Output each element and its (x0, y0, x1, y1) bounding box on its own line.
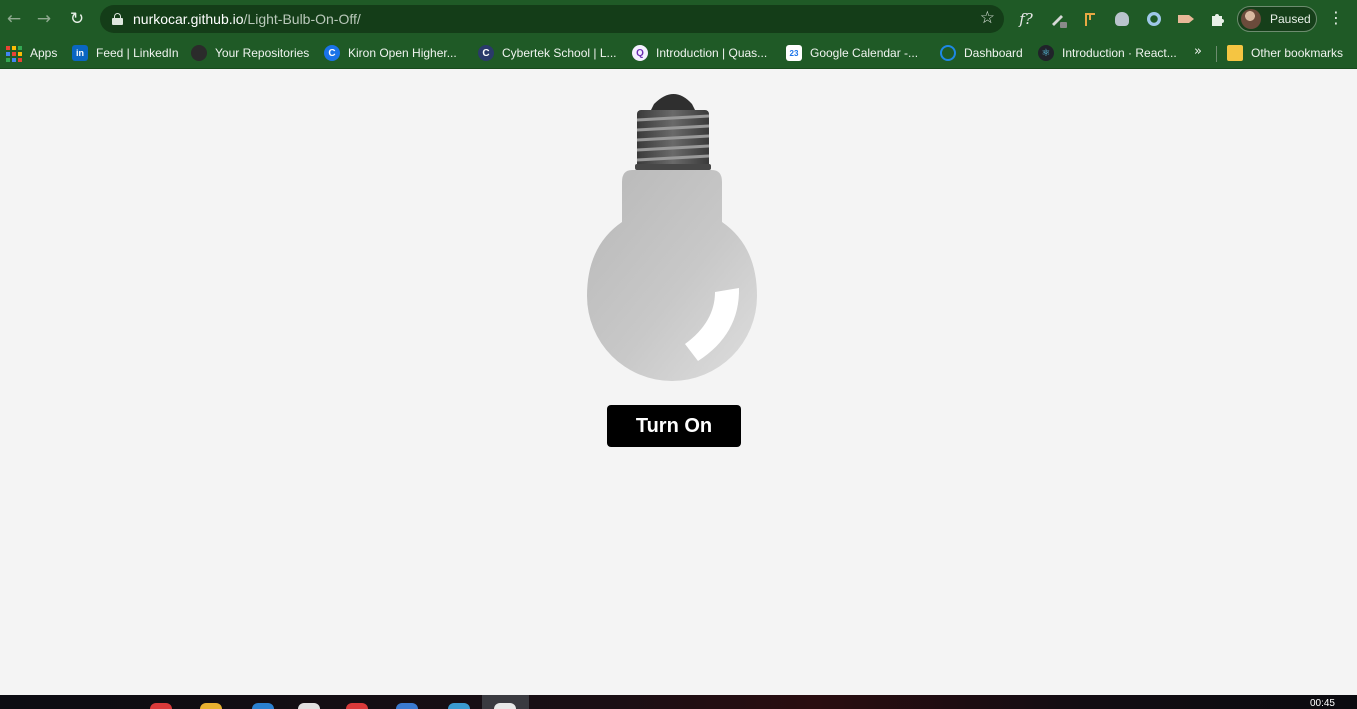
apps-grid-icon (6, 45, 22, 62)
forward-arrow-icon[interactable]: → (33, 8, 55, 30)
extension-pen-icon[interactable] (1048, 9, 1068, 29)
bookmark-apps[interactable]: Apps (6, 43, 57, 63)
bookmark-label: Google Calendar -... (810, 46, 919, 60)
bookmark-github[interactable]: Your Repositories (191, 43, 309, 63)
bookmarks-overflow-chevron[interactable]: » (1194, 44, 1202, 59)
taskbar-vscode-icon[interactable] (252, 703, 274, 709)
bookmark-label: Your Repositories (215, 46, 310, 60)
profile-button[interactable]: Paused (1237, 6, 1317, 32)
reload-icon[interactable]: ↻ (66, 8, 88, 30)
taskbar: 00:45 (0, 695, 1357, 709)
bookmark-google-calendar[interactable]: 23 Google Calendar -... (786, 43, 918, 63)
bookmark-star-icon[interactable]: ☆ (980, 8, 995, 28)
bookmark-label: Introduction · React... (1062, 46, 1177, 60)
taskbar-clock: 00:45 (1309, 698, 1335, 709)
browser-toolbar: ← → ↻ nurkocar.github.io/Light-Bulb-On-O… (0, 0, 1357, 38)
turn-on-button[interactable]: Turn On (607, 405, 741, 447)
bookmark-label: Cybertek School | L... (502, 46, 617, 60)
taskbar-app-icon[interactable] (396, 703, 418, 709)
bookmark-cybertek[interactable]: C Cybertek School | L... (478, 43, 617, 63)
url-host: nurkocar.github.io (133, 11, 244, 27)
bookmark-label: Dashboard (964, 46, 1023, 60)
light-bulb-off (587, 94, 757, 381)
taskbar-github-icon[interactable] (298, 703, 320, 709)
taskbar-app-icon[interactable] (448, 703, 470, 709)
bookmark-label: Apps (30, 46, 58, 60)
github-icon (191, 45, 207, 61)
react-icon: ⚛ (1038, 45, 1054, 61)
bookmark-label: Kiron Open Higher... (348, 46, 457, 60)
quasar-icon: Q (632, 45, 648, 61)
bookmarks-bar: Apps in Feed | LinkedIn Your Repositorie… (0, 38, 1357, 69)
kiron-icon: C (324, 45, 340, 61)
bookmark-kiron[interactable]: C Kiron Open Higher... (324, 43, 457, 63)
address-bar[interactable]: nurkocar.github.io/Light-Bulb-On-Off/ ☆ (100, 5, 1004, 33)
folder-icon (1227, 45, 1243, 61)
cybertek-icon: C (478, 45, 494, 61)
bookmark-label: Feed | LinkedIn (96, 46, 179, 60)
extension-cloud-icon[interactable] (1112, 9, 1132, 29)
linkedin-icon: in (72, 45, 88, 61)
bookmark-dashboard[interactable]: Dashboard (940, 43, 1023, 63)
taskbar-app-icon[interactable] (494, 703, 516, 709)
bookmark-quasar[interactable]: Q Introduction | Quas... (632, 43, 767, 63)
bookmarks-divider (1216, 46, 1217, 62)
bulb-glass (587, 170, 757, 381)
avatar (1241, 9, 1261, 29)
taskbar-folder-icon[interactable] (200, 703, 222, 709)
url-path: /Light-Bulb-On-Off/ (243, 11, 361, 27)
bookmark-other[interactable]: Other bookmarks (1227, 43, 1343, 63)
extension-tag-icon[interactable] (1176, 9, 1196, 29)
profile-status-label: Paused (1270, 12, 1311, 26)
back-arrow-icon[interactable]: ← (3, 8, 25, 30)
dashboard-icon (940, 45, 956, 61)
extensions-puzzle-icon[interactable] (1208, 9, 1228, 29)
bulb-tip (650, 94, 696, 112)
bookmark-react[interactable]: ⚛ Introduction · React... (1038, 43, 1177, 63)
bookmark-label: Introduction | Quas... (656, 46, 768, 60)
taskbar-app-icon[interactable] (150, 703, 172, 709)
kebab-menu-icon[interactable]: ⋮ (1328, 8, 1344, 30)
url-text: nurkocar.github.io/Light-Bulb-On-Off/ (133, 11, 361, 27)
bookmark-label: Other bookmarks (1251, 46, 1344, 60)
calendar-icon: 23 (786, 45, 802, 61)
lock-icon (112, 13, 123, 25)
extension-circle-icon[interactable] (1144, 9, 1164, 29)
extension-fx-icon[interactable]: f? (1016, 9, 1036, 29)
extension-flag-icon[interactable] (1080, 9, 1100, 29)
page-content: Turn On (0, 70, 1357, 695)
taskbar-app-icon[interactable] (346, 703, 368, 709)
bookmark-linkedin[interactable]: in Feed | LinkedIn (72, 43, 179, 63)
